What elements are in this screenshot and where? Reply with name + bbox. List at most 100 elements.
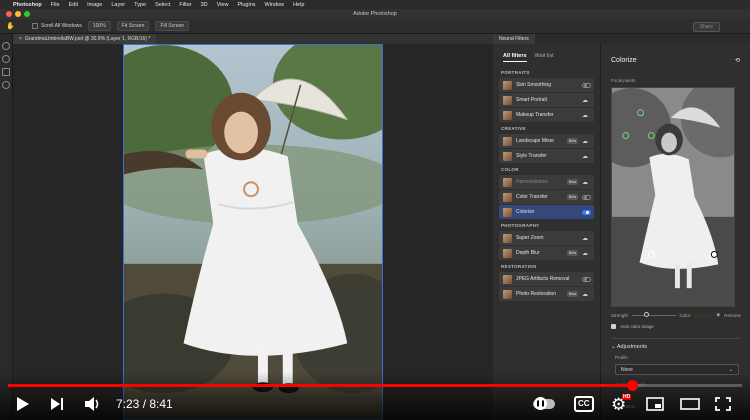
filter-control[interactable]: ☁ <box>582 98 590 104</box>
strength-knob[interactable] <box>644 312 650 317</box>
menu-file[interactable]: File <box>51 2 60 8</box>
theater-button[interactable] <box>680 393 700 415</box>
filter-label: Color Transfer <box>516 194 548 200</box>
filter-thumbnail <box>503 192 512 202</box>
filter-item[interactable]: Smart Portrait ☁ <box>499 93 594 107</box>
window-controls <box>6 11 30 17</box>
minimize-icon[interactable] <box>15 11 21 17</box>
filter-item[interactable]: Depth Blur Beta ☁ <box>499 246 594 260</box>
filter-item[interactable]: Color Transfer Beta <box>499 190 594 204</box>
beta-badge: Beta <box>566 194 578 200</box>
filter-control[interactable]: ☁ <box>582 113 590 119</box>
cloud-download-icon[interactable]: ☁ <box>582 292 588 298</box>
tab-all-filters[interactable]: All filters <box>503 53 527 62</box>
share-button[interactable]: Share <box>692 22 720 32</box>
miniplayer-button[interactable] <box>646 393 664 415</box>
filter-label: Skin Smoothing <box>516 82 552 88</box>
filter-item[interactable]: Harmonization Beta ☁ <box>499 175 594 189</box>
filter-item[interactable]: Landscape Mixer Beta ☁ <box>499 134 594 148</box>
auto-color-checkbox[interactable]: Auto color image <box>611 324 654 329</box>
filter-toggle[interactable] <box>582 209 591 215</box>
zoom-100-button[interactable]: 100% <box>87 21 111 31</box>
autoplay-toggle[interactable]: ❚❚ <box>533 393 555 415</box>
cloud-download-icon[interactable]: ☁ <box>582 98 588 104</box>
filter-control[interactable]: ☁ <box>582 292 590 298</box>
volume-button[interactable] <box>84 393 102 415</box>
video-scrubber-head[interactable] <box>626 380 638 391</box>
search-icon[interactable] <box>2 81 10 89</box>
filter-thumbnail <box>503 151 512 161</box>
cloud-download-icon[interactable]: ☁ <box>582 251 588 257</box>
filter-control[interactable]: ☁ <box>582 139 590 145</box>
document-canvas[interactable] <box>123 44 383 420</box>
filter-control[interactable]: ☁ <box>582 251 590 257</box>
hand-tool-icon[interactable]: ✋ <box>6 22 15 30</box>
remove-label: Remove <box>724 312 741 318</box>
fill-screen-button[interactable]: Fill Screen <box>155 21 190 31</box>
captions-button[interactable]: CC <box>574 393 594 415</box>
menu-select[interactable]: Select <box>155 2 170 8</box>
reset-icon[interactable]: ⟲ <box>735 57 740 64</box>
neural-filters-tab[interactable]: Neural Filters <box>493 34 535 44</box>
filter-toggle[interactable] <box>582 82 591 88</box>
filter-item[interactable]: Photo Restoration Beta ☁ <box>499 287 594 301</box>
filter-item[interactable]: Style Transfer ☁ <box>499 149 594 163</box>
filter-control[interactable]: ☁ <box>582 154 590 160</box>
filter-item[interactable]: Skin Smoothing <box>499 78 594 92</box>
filter-control[interactable] <box>582 82 591 88</box>
cloud-download-icon[interactable]: ☁ <box>582 139 588 145</box>
menu-layer[interactable]: Layer <box>111 2 125 8</box>
filter-label: Super Zoom <box>516 235 544 241</box>
move-tool-icon[interactable] <box>2 42 10 50</box>
filter-item[interactable]: Super Zoom ☁ <box>499 231 594 245</box>
hand-tool-icon[interactable] <box>2 55 10 63</box>
menu-type[interactable]: Type <box>134 2 146 8</box>
filter-toggle[interactable] <box>582 276 591 282</box>
menu-view[interactable]: View <box>217 2 229 8</box>
cloud-download-icon[interactable]: ☁ <box>582 113 588 119</box>
next-button[interactable] <box>50 393 64 415</box>
fullscreen-button[interactable] <box>715 393 731 415</box>
scroll-all-windows-checkbox[interactable]: Scroll All Windows <box>32 23 82 29</box>
strength-slider[interactable]: Strength Color ◉ Remove <box>611 312 741 318</box>
filter-control[interactable]: ☁ <box>582 180 590 186</box>
menu-edit[interactable]: Edit <box>69 2 78 8</box>
cloud-download-icon[interactable]: ☁ <box>582 180 588 186</box>
play-button[interactable] <box>16 393 30 415</box>
filter-control[interactable]: ☁ <box>582 236 590 242</box>
close-tab-icon[interactable]: × <box>19 36 22 42</box>
menu-window[interactable]: Window <box>265 2 285 8</box>
adjustments-section[interactable]: ⌄ Adjustments <box>611 338 741 350</box>
beta-badge: Beta <box>566 250 578 256</box>
strength-track[interactable] <box>632 312 676 317</box>
video-progress-bar[interactable] <box>8 380 742 391</box>
document-tab[interactable]: × GrandmaUmbrellaBW.psd @ 30.9% (Layer 1… <box>13 34 157 44</box>
menu-3d[interactable]: 3D <box>201 2 208 8</box>
remove-icon[interactable]: ◉ <box>716 312 720 318</box>
filter-control[interactable] <box>582 194 591 200</box>
filter-item[interactable]: Colorize <box>499 205 594 219</box>
filter-item[interactable]: Makeup Transfer ☁ <box>499 108 594 122</box>
tab-wait-list[interactable]: Wait list <box>535 53 554 62</box>
fit-screen-button[interactable]: Fit Screen <box>116 21 150 31</box>
settings-button[interactable]: ⚙ HD <box>611 393 632 415</box>
document-tab-bar: × GrandmaUmbrellaBW.psd @ 30.9% (Layer 1… <box>13 34 493 44</box>
close-icon[interactable] <box>6 11 12 17</box>
menu-help[interactable]: Help <box>293 2 304 8</box>
filter-item[interactable]: JPEG Artifacts Removal <box>499 272 594 286</box>
maximize-icon[interactable] <box>24 11 30 17</box>
filter-toggle[interactable] <box>582 194 591 200</box>
menu-image[interactable]: Image <box>87 2 102 8</box>
zoom-tool-icon[interactable] <box>2 68 10 76</box>
filter-thumbnail <box>503 289 512 299</box>
focal-points-preview[interactable] <box>611 87 735 307</box>
menu-filter[interactable]: Filter <box>179 2 191 8</box>
cloud-download-icon[interactable]: ☁ <box>582 154 588 160</box>
filter-control[interactable] <box>582 209 591 215</box>
cloud-download-icon[interactable]: ☁ <box>582 236 588 242</box>
app-menu[interactable]: Photoshop <box>13 2 42 8</box>
color-swatch[interactable] <box>694 312 713 318</box>
canvas-area[interactable] <box>13 44 493 420</box>
filter-control[interactable] <box>582 276 591 282</box>
menu-plugins[interactable]: Plugins <box>237 2 255 8</box>
